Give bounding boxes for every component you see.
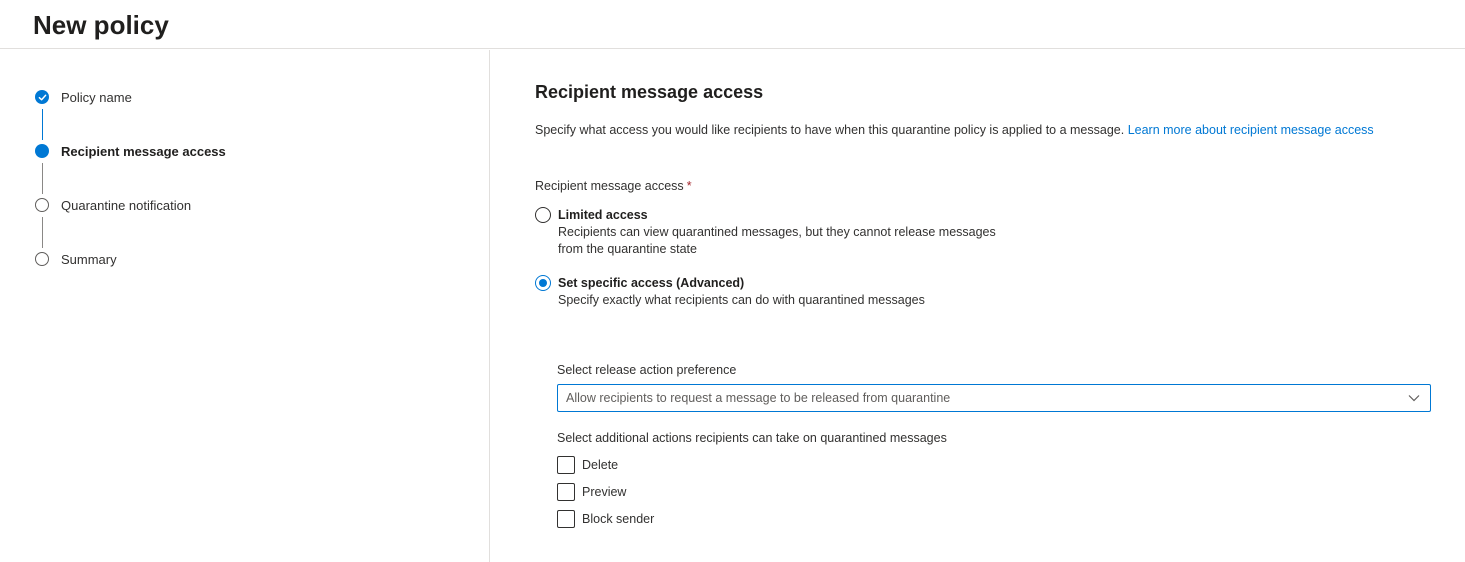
wizard-step-summary[interactable]: Summary xyxy=(35,249,117,269)
wizard-step-recipient-message-access[interactable]: Recipient message access xyxy=(35,141,226,161)
block-sender-checkbox-row[interactable]: Block sender xyxy=(557,510,654,528)
chevron-down-icon[interactable] xyxy=(1402,386,1426,410)
option-title: Set specific access (Advanced) xyxy=(558,276,745,290)
step-label: Policy name xyxy=(61,89,132,105)
access-field-label: Recipient message access * xyxy=(535,179,692,193)
checkbox-label: Preview xyxy=(582,485,627,499)
wizard-steps-pane: Policy name Recipient message access Qua… xyxy=(0,50,490,562)
additional-actions-label: Select additional actions recipients can… xyxy=(557,431,947,445)
wizard-step-quarantine-notification[interactable]: Quarantine notification xyxy=(35,195,191,215)
wizard-step-policy-name[interactable]: Policy name xyxy=(35,87,132,107)
specific-access-radio[interactable] xyxy=(535,275,551,291)
pending-step-icon xyxy=(35,252,49,266)
step-label: Summary xyxy=(61,251,117,267)
option-description: Specify exactly what recipients can do w… xyxy=(558,293,925,307)
release-preference-dropdown[interactable]: Allow recipients to request a message to… xyxy=(557,384,1431,412)
step-connector xyxy=(42,163,43,194)
block-sender-checkbox[interactable] xyxy=(557,510,575,528)
delete-checkbox-row[interactable]: Delete xyxy=(557,456,618,474)
release-preference-label: Select release action preference xyxy=(557,363,737,377)
preview-checkbox[interactable] xyxy=(557,483,575,501)
radio-selected-dot xyxy=(539,279,547,287)
checkmark-icon xyxy=(35,90,49,104)
limited-access-radio[interactable] xyxy=(535,207,551,223)
page-header: New policy xyxy=(0,0,1465,49)
page-title: New policy xyxy=(33,10,169,40)
description-text: Specify what access you would like recip… xyxy=(535,123,1125,137)
specific-access-option[interactable]: Set specific access (Advanced) Specify e… xyxy=(535,274,998,309)
step-connector xyxy=(42,217,43,248)
dropdown-selected-value: Allow recipients to request a message to… xyxy=(566,391,951,405)
step-connector xyxy=(42,109,43,140)
current-step-icon xyxy=(35,144,49,158)
step-label: Recipient message access xyxy=(61,143,226,159)
delete-checkbox[interactable] xyxy=(557,456,575,474)
section-title: Recipient message access xyxy=(535,82,764,102)
limited-access-option[interactable]: Limited access Recipients can view quara… xyxy=(535,206,998,258)
checkbox-label: Delete xyxy=(582,458,619,472)
option-title: Limited access xyxy=(558,208,648,222)
section-description: Specify what access you would like recip… xyxy=(535,123,1374,137)
option-description: Recipients can view quarantined messages… xyxy=(558,225,996,256)
required-indicator: * xyxy=(686,179,692,193)
access-label-text: Recipient message access xyxy=(535,179,684,193)
preview-checkbox-row[interactable]: Preview xyxy=(557,483,626,501)
learn-more-link[interactable]: Learn more about recipient message acces… xyxy=(1128,123,1374,137)
pending-step-icon xyxy=(35,198,49,212)
checkbox-label: Block sender xyxy=(582,512,655,526)
step-label: Quarantine notification xyxy=(61,197,192,213)
